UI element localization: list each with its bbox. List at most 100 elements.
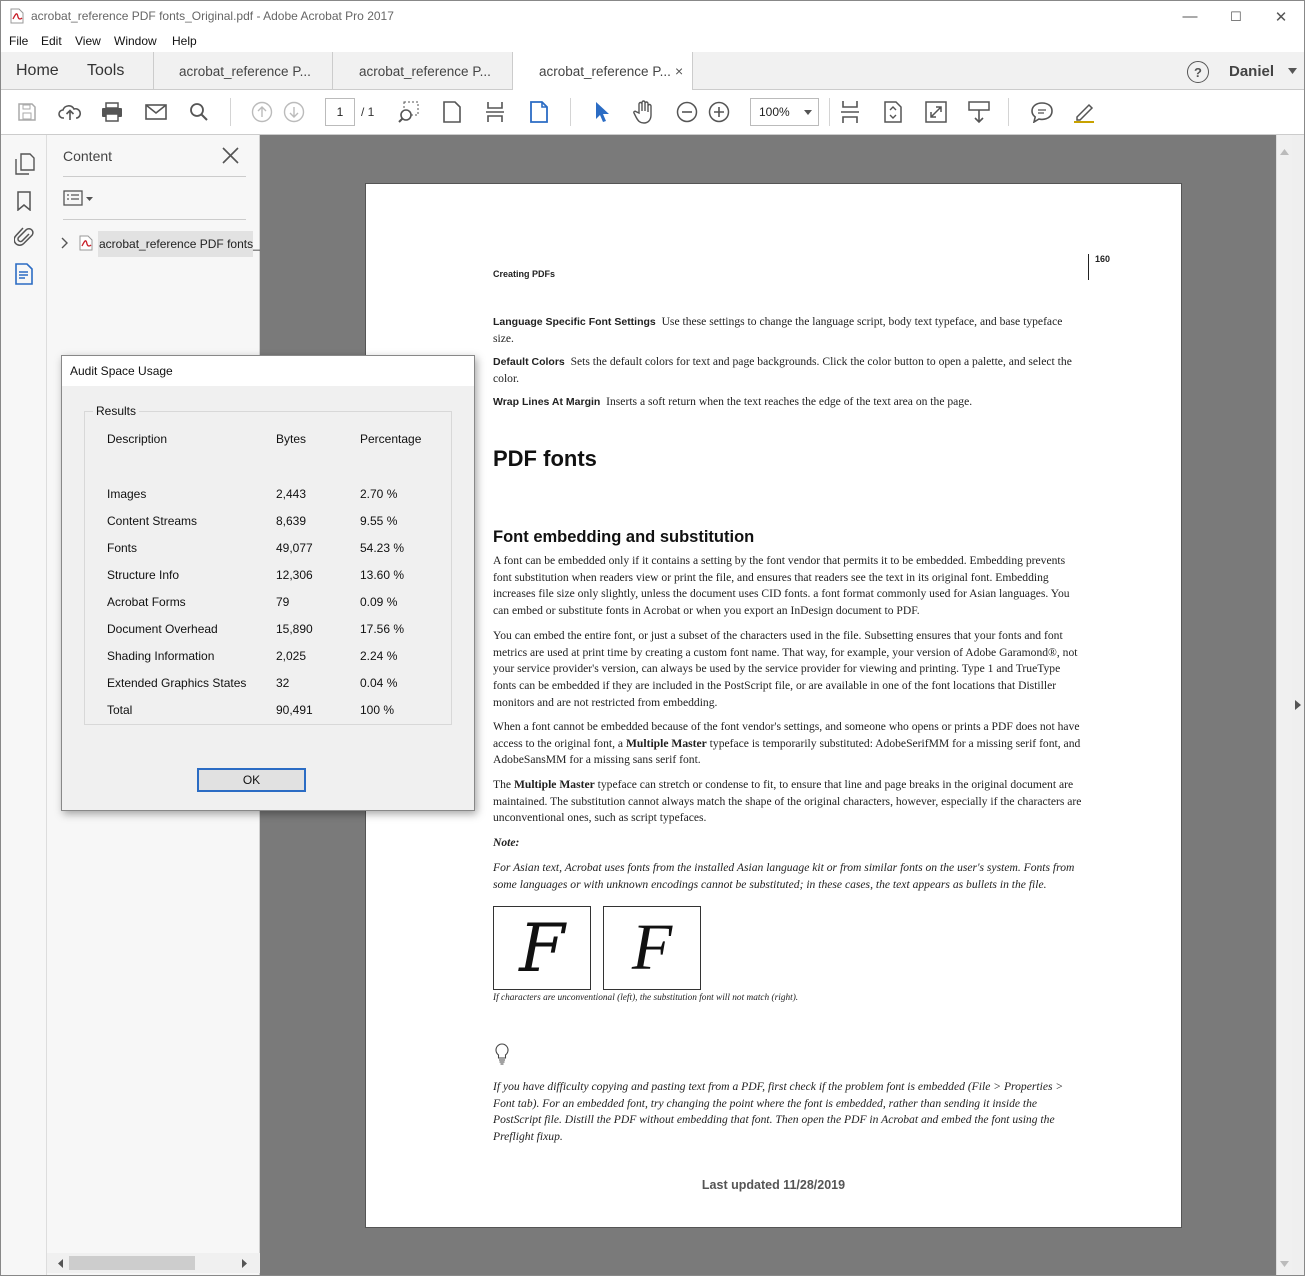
highlight-pen-icon[interactable] [1070,98,1098,126]
next-page-icon[interactable] [280,98,308,126]
fit-page-icon[interactable] [525,98,553,126]
horizontal-scrollbar[interactable] [47,1253,260,1273]
hand-tool-icon[interactable] [630,98,658,126]
scrollbar-thumb[interactable] [69,1256,195,1270]
scroll-pages-icon[interactable] [481,98,509,126]
row-percentage: 17.56 % [360,622,405,636]
tab-document-3[interactable]: acrobat_reference P... × [513,52,693,91]
previous-page-icon[interactable] [248,98,276,126]
cloud-upload-icon[interactable] [56,98,84,126]
print-icon[interactable] [98,98,126,126]
bookmark-icon[interactable] [17,191,31,211]
tab-close-icon[interactable]: × [675,63,683,79]
comment-icon[interactable] [1028,98,1056,126]
title-bar: acrobat_reference PDF fonts_Original.pdf… [1,1,1304,32]
row-bytes: 79 [276,595,290,609]
right-pane-collapsed [1292,135,1304,1275]
acrobat-window: acrobat_reference PDF fonts_Original.pdf… [0,0,1305,1276]
tab-home[interactable]: Home [16,52,59,90]
rotate-page-icon[interactable] [879,98,907,126]
scroll-right-icon[interactable] [241,1259,247,1268]
column-header-description: Description [107,432,168,446]
row-bytes: 49,077 [276,541,313,555]
menu-help[interactable]: Help [172,34,197,48]
single-page-icon[interactable] [438,98,466,126]
user-name[interactable]: Daniel [1229,52,1274,90]
row-description: Fonts [107,541,138,555]
tab-document-3-label: acrobat_reference P... [539,63,671,79]
tab-tools[interactable]: Tools [87,52,124,90]
page-total-label: / 1 [361,105,375,119]
zoom-out-icon[interactable] [673,98,701,126]
zoom-marquee-icon[interactable] [395,98,423,126]
note-label: Note: [493,836,520,849]
minimize-button[interactable]: — [1167,1,1213,32]
menu-edit[interactable]: Edit [41,34,62,48]
row-description: Structure Info [107,568,180,582]
window-title: acrobat_reference PDF fonts_Original.pdf… [31,9,394,23]
tab-bar: Home Tools acrobat_reference P... acroba… [1,52,1304,91]
row-bytes: 12,306 [276,568,313,582]
row-description: Shading Information [107,649,215,663]
term: Language Specific Font Settings [493,316,656,328]
zoom-value: 100% [759,105,790,119]
scroll-down-icon[interactable] [1280,1261,1289,1267]
options-list-icon [63,190,93,206]
menu-bar: File Edit View Window Help [1,32,1304,52]
attachment-icon[interactable] [14,226,34,248]
figure-substitute-glyph: F [603,906,701,990]
close-icon[interactable] [222,147,239,164]
row-bytes: 2,025 [276,649,307,663]
close-window-button[interactable]: ✕ [1258,1,1304,32]
page-thumbnails-icon[interactable] [15,153,35,175]
pdf-file-icon [10,8,24,24]
menu-view[interactable]: View [75,34,101,48]
tab-document-1[interactable]: acrobat_reference P... [153,52,333,90]
ok-button[interactable]: OK [197,768,306,792]
row-percentage: 9.55 % [360,514,398,528]
row-percentage: 13.60 % [360,568,405,582]
zoom-in-icon[interactable] [705,98,733,126]
tree-item[interactable]: acrobat_reference PDF fonts_ [79,231,260,257]
tree-item-label: acrobat_reference PDF fonts_ [99,237,260,251]
search-icon[interactable] [185,98,213,126]
row-bytes: 2,443 [276,487,307,501]
zoom-select[interactable]: 100% [750,98,819,126]
heading-1: PDF fonts [493,446,597,471]
maximize-button[interactable]: ☐ [1213,1,1259,32]
options-menu[interactable] [63,189,95,209]
row-percentage: 100 % [360,703,395,717]
row-bytes: 32 [276,676,290,690]
menu-window[interactable]: Window [114,34,157,48]
bold-term: Multiple Master [625,736,707,750]
menu-file[interactable]: File [9,34,28,48]
tab-document-2[interactable]: acrobat_reference P... [333,52,513,90]
content-panel-icon[interactable] [15,263,33,285]
expand-right-pane-icon[interactable] [1295,700,1301,710]
row-percentage: 0.04 % [360,676,398,690]
vertical-scrollbar[interactable] [1276,135,1292,1275]
paragraph: When a font cannot be embedded because o… [493,719,1085,769]
full-screen-icon[interactable] [922,98,950,126]
figure-caption: If characters are unconventional (left),… [493,993,799,1003]
select-cursor-icon[interactable] [588,98,616,126]
group-label: Results [93,404,140,418]
scroll-left-icon[interactable] [58,1259,64,1268]
tip-text: If you have difficulty copying and pasti… [493,1080,1064,1144]
scroll-up-icon[interactable] [1280,149,1289,155]
chevron-down-icon[interactable] [1288,68,1297,74]
page-number: 160 [1095,254,1111,264]
save-icon[interactable] [13,98,41,126]
toolbar-separator [1008,98,1009,126]
read-mode-icon[interactable] [965,98,993,126]
column-header-percentage: Percentage [360,432,422,446]
fit-width-scroll-icon[interactable] [836,98,864,126]
left-tool-strip [1,135,47,1275]
chevron-down-icon [804,110,812,115]
email-icon[interactable] [142,98,170,126]
chevron-right-icon[interactable] [61,237,69,249]
page-number-input[interactable]: 1 [325,98,355,126]
paragraph: A font can be embedded only if it contai… [493,554,1070,618]
help-icon[interactable]: ? [1187,61,1209,83]
term: Default Colors [493,356,565,368]
